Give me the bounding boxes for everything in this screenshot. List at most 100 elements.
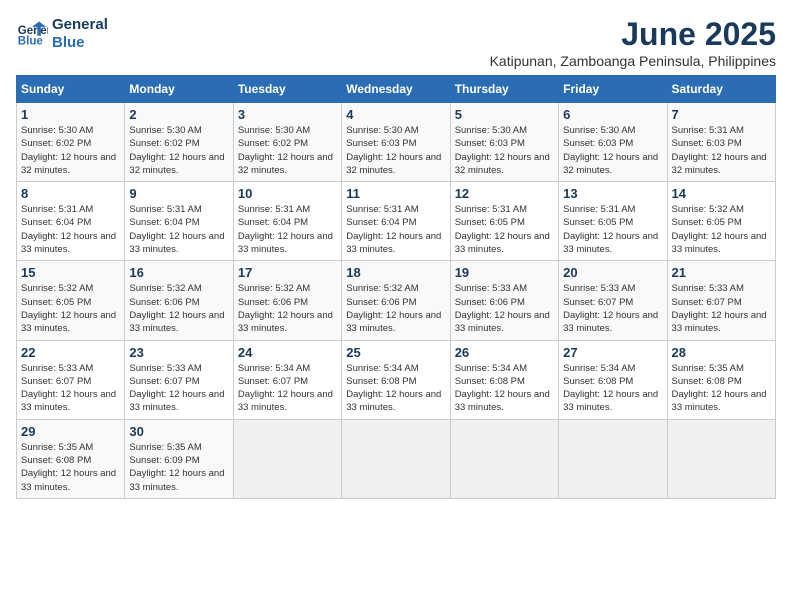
day-info: Sunrise: 5:33 AMSunset: 6:07 PMDaylight:… — [21, 363, 116, 414]
calendar-cell: 24 Sunrise: 5:34 AMSunset: 6:07 PMDaylig… — [233, 340, 341, 419]
day-info: Sunrise: 5:34 AMSunset: 6:08 PMDaylight:… — [563, 363, 658, 414]
day-number: 21 — [672, 265, 771, 280]
calendar-cell: 18 Sunrise: 5:32 AMSunset: 6:06 PMDaylig… — [342, 261, 450, 340]
day-number: 19 — [455, 265, 554, 280]
svg-text:Blue: Blue — [18, 36, 44, 48]
day-info: Sunrise: 5:31 AMSunset: 6:05 PMDaylight:… — [563, 204, 658, 255]
day-info: Sunrise: 5:30 AMSunset: 6:02 PMDaylight:… — [129, 125, 224, 176]
day-number: 4 — [346, 107, 445, 122]
month-title: June 2025 — [490, 16, 776, 53]
calendar-cell: 19 Sunrise: 5:33 AMSunset: 6:06 PMDaylig… — [450, 261, 558, 340]
day-number: 18 — [346, 265, 445, 280]
calendar-cell: 16 Sunrise: 5:32 AMSunset: 6:06 PMDaylig… — [125, 261, 233, 340]
title-area: June 2025 Katipunan, Zamboanga Peninsula… — [490, 16, 776, 69]
day-number: 6 — [563, 107, 662, 122]
day-info: Sunrise: 5:30 AMSunset: 6:03 PMDaylight:… — [455, 125, 550, 176]
calendar-cell — [667, 419, 775, 498]
calendar-cell: 7 Sunrise: 5:31 AMSunset: 6:03 PMDayligh… — [667, 103, 775, 182]
weekday-header: Friday — [559, 76, 667, 103]
day-info: Sunrise: 5:32 AMSunset: 6:06 PMDaylight:… — [129, 283, 224, 334]
calendar-cell: 26 Sunrise: 5:34 AMSunset: 6:08 PMDaylig… — [450, 340, 558, 419]
calendar-cell: 29 Sunrise: 5:35 AMSunset: 6:08 PMDaylig… — [17, 419, 125, 498]
day-info: Sunrise: 5:32 AMSunset: 6:05 PMDaylight:… — [672, 204, 767, 255]
day-number: 14 — [672, 186, 771, 201]
calendar-week-row: 29 Sunrise: 5:35 AMSunset: 6:08 PMDaylig… — [17, 419, 776, 498]
day-info: Sunrise: 5:32 AMSunset: 6:06 PMDaylight:… — [346, 283, 441, 334]
calendar-week-row: 15 Sunrise: 5:32 AMSunset: 6:05 PMDaylig… — [17, 261, 776, 340]
calendar-cell: 6 Sunrise: 5:30 AMSunset: 6:03 PMDayligh… — [559, 103, 667, 182]
day-number: 11 — [346, 186, 445, 201]
day-info: Sunrise: 5:31 AMSunset: 6:03 PMDaylight:… — [672, 125, 767, 176]
day-number: 15 — [21, 265, 120, 280]
calendar-cell: 8 Sunrise: 5:31 AMSunset: 6:04 PMDayligh… — [17, 182, 125, 261]
calendar-cell: 11 Sunrise: 5:31 AMSunset: 6:04 PMDaylig… — [342, 182, 450, 261]
day-info: Sunrise: 5:33 AMSunset: 6:07 PMDaylight:… — [672, 283, 767, 334]
day-info: Sunrise: 5:31 AMSunset: 6:04 PMDaylight:… — [21, 204, 116, 255]
calendar-cell: 30 Sunrise: 5:35 AMSunset: 6:09 PMDaylig… — [125, 419, 233, 498]
calendar-cell: 12 Sunrise: 5:31 AMSunset: 6:05 PMDaylig… — [450, 182, 558, 261]
day-info: Sunrise: 5:33 AMSunset: 6:06 PMDaylight:… — [455, 283, 550, 334]
weekday-header-row: SundayMondayTuesdayWednesdayThursdayFrid… — [17, 76, 776, 103]
calendar-cell — [342, 419, 450, 498]
day-number: 3 — [238, 107, 337, 122]
day-number: 8 — [21, 186, 120, 201]
calendar-cell: 23 Sunrise: 5:33 AMSunset: 6:07 PMDaylig… — [125, 340, 233, 419]
logo-blue: Blue — [52, 34, 108, 52]
day-info: Sunrise: 5:35 AMSunset: 6:08 PMDaylight:… — [21, 442, 116, 493]
calendar-cell: 25 Sunrise: 5:34 AMSunset: 6:08 PMDaylig… — [342, 340, 450, 419]
calendar-cell: 28 Sunrise: 5:35 AMSunset: 6:08 PMDaylig… — [667, 340, 775, 419]
logo-general: General — [52, 16, 108, 34]
day-number: 26 — [455, 345, 554, 360]
day-number: 10 — [238, 186, 337, 201]
day-info: Sunrise: 5:35 AMSunset: 6:09 PMDaylight:… — [129, 442, 224, 493]
day-info: Sunrise: 5:31 AMSunset: 6:04 PMDaylight:… — [238, 204, 333, 255]
calendar-cell: 20 Sunrise: 5:33 AMSunset: 6:07 PMDaylig… — [559, 261, 667, 340]
day-number: 2 — [129, 107, 228, 122]
day-number: 25 — [346, 345, 445, 360]
day-info: Sunrise: 5:33 AMSunset: 6:07 PMDaylight:… — [563, 283, 658, 334]
logo-icon: General Blue — [16, 18, 48, 50]
calendar-week-row: 8 Sunrise: 5:31 AMSunset: 6:04 PMDayligh… — [17, 182, 776, 261]
day-info: Sunrise: 5:31 AMSunset: 6:04 PMDaylight:… — [346, 204, 441, 255]
day-info: Sunrise: 5:30 AMSunset: 6:03 PMDaylight:… — [346, 125, 441, 176]
calendar-week-row: 22 Sunrise: 5:33 AMSunset: 6:07 PMDaylig… — [17, 340, 776, 419]
calendar-cell: 21 Sunrise: 5:33 AMSunset: 6:07 PMDaylig… — [667, 261, 775, 340]
day-info: Sunrise: 5:34 AMSunset: 6:07 PMDaylight:… — [238, 363, 333, 414]
day-info: Sunrise: 5:30 AMSunset: 6:03 PMDaylight:… — [563, 125, 658, 176]
day-number: 27 — [563, 345, 662, 360]
day-number: 17 — [238, 265, 337, 280]
day-number: 30 — [129, 424, 228, 439]
day-number: 13 — [563, 186, 662, 201]
day-number: 22 — [21, 345, 120, 360]
calendar-cell: 4 Sunrise: 5:30 AMSunset: 6:03 PMDayligh… — [342, 103, 450, 182]
weekday-header: Tuesday — [233, 76, 341, 103]
weekday-header: Wednesday — [342, 76, 450, 103]
day-info: Sunrise: 5:34 AMSunset: 6:08 PMDaylight:… — [455, 363, 550, 414]
calendar-cell: 14 Sunrise: 5:32 AMSunset: 6:05 PMDaylig… — [667, 182, 775, 261]
calendar-week-row: 1 Sunrise: 5:30 AMSunset: 6:02 PMDayligh… — [17, 103, 776, 182]
calendar-cell — [450, 419, 558, 498]
day-number: 28 — [672, 345, 771, 360]
day-info: Sunrise: 5:34 AMSunset: 6:08 PMDaylight:… — [346, 363, 441, 414]
day-number: 1 — [21, 107, 120, 122]
day-number: 24 — [238, 345, 337, 360]
calendar-cell: 13 Sunrise: 5:31 AMSunset: 6:05 PMDaylig… — [559, 182, 667, 261]
calendar-cell: 1 Sunrise: 5:30 AMSunset: 6:02 PMDayligh… — [17, 103, 125, 182]
calendar-cell: 22 Sunrise: 5:33 AMSunset: 6:07 PMDaylig… — [17, 340, 125, 419]
day-info: Sunrise: 5:31 AMSunset: 6:04 PMDaylight:… — [129, 204, 224, 255]
day-info: Sunrise: 5:32 AMSunset: 6:06 PMDaylight:… — [238, 283, 333, 334]
day-number: 23 — [129, 345, 228, 360]
location-title: Katipunan, Zamboanga Peninsula, Philippi… — [490, 53, 776, 69]
calendar-cell: 2 Sunrise: 5:30 AMSunset: 6:02 PMDayligh… — [125, 103, 233, 182]
calendar-cell: 17 Sunrise: 5:32 AMSunset: 6:06 PMDaylig… — [233, 261, 341, 340]
day-info: Sunrise: 5:31 AMSunset: 6:05 PMDaylight:… — [455, 204, 550, 255]
logo: General Blue General Blue — [16, 16, 108, 52]
day-info: Sunrise: 5:35 AMSunset: 6:08 PMDaylight:… — [672, 363, 767, 414]
day-number: 29 — [21, 424, 120, 439]
calendar-cell: 9 Sunrise: 5:31 AMSunset: 6:04 PMDayligh… — [125, 182, 233, 261]
calendar-table: SundayMondayTuesdayWednesdayThursdayFrid… — [16, 75, 776, 499]
header: General Blue General Blue June 2025 Kati… — [16, 16, 776, 69]
day-info: Sunrise: 5:30 AMSunset: 6:02 PMDaylight:… — [21, 125, 116, 176]
weekday-header: Thursday — [450, 76, 558, 103]
day-number: 12 — [455, 186, 554, 201]
